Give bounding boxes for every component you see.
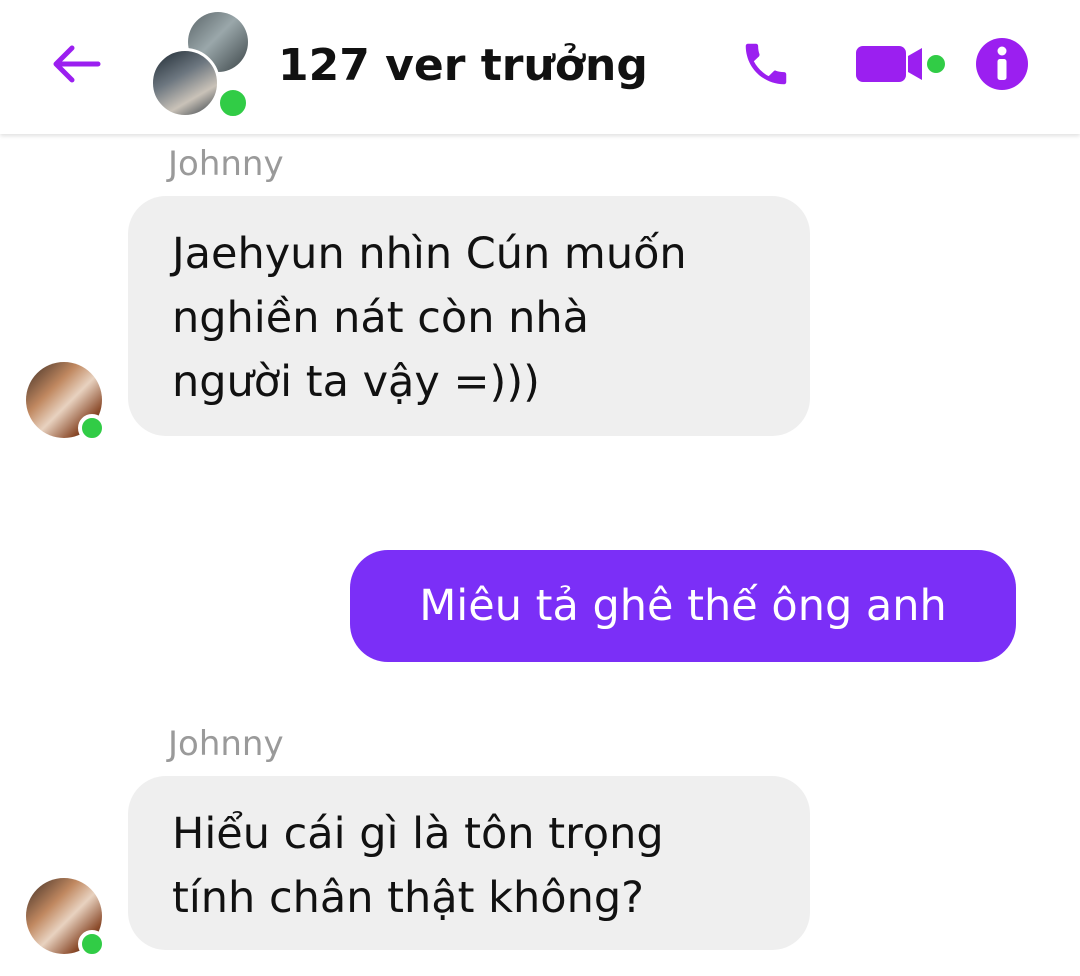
sender-avatar[interactable] bbox=[26, 362, 106, 442]
incoming-message-bubble[interactable]: Hiểu cái gì là tôn trọng tính chân thật … bbox=[128, 776, 810, 950]
phone-icon bbox=[745, 43, 787, 85]
message-list[interactable]: Johnny Jaehyun nhìn Cún muốn nghiền nát … bbox=[0, 134, 1080, 976]
sender-avatar[interactable] bbox=[26, 878, 106, 958]
outgoing-message-bubble[interactable]: Miêu tả ghê thế ông anh bbox=[350, 550, 1016, 662]
chat-title[interactable]: 127 ver trưởng bbox=[278, 34, 648, 98]
message-text-line: Jaehyun nhìn Cún muốn bbox=[172, 229, 687, 279]
video-call-button[interactable] bbox=[850, 34, 950, 94]
online-indicator bbox=[78, 414, 106, 442]
message-text-line: nghiền nát còn nhà bbox=[172, 293, 589, 343]
back-button[interactable] bbox=[44, 36, 108, 92]
group-avatar[interactable] bbox=[150, 12, 250, 120]
arrow-left-icon bbox=[53, 45, 101, 83]
chat-header: 127 ver trưởng bbox=[0, 0, 1080, 134]
message-text-line: người ta vậy =))) bbox=[172, 357, 540, 407]
message-sender-name: Johnny bbox=[168, 724, 284, 764]
info-icon bbox=[976, 38, 1028, 90]
group-avatar-photo-front bbox=[150, 48, 220, 118]
message-text-line: tính chân thật không? bbox=[172, 873, 644, 923]
message-text: Miêu tả ghê thế ông anh bbox=[419, 581, 947, 631]
incoming-message-bubble[interactable]: Jaehyun nhìn Cún muốn nghiền nát còn nhà… bbox=[128, 196, 810, 436]
online-indicator bbox=[78, 930, 106, 958]
message-sender-name: Johnny bbox=[168, 144, 284, 184]
message-text-line: Hiểu cái gì là tôn trọng bbox=[172, 809, 664, 859]
video-camera-icon bbox=[856, 46, 945, 82]
voice-call-button[interactable] bbox=[734, 34, 798, 94]
conversation-info-button[interactable] bbox=[970, 34, 1034, 94]
online-indicator bbox=[216, 86, 250, 120]
